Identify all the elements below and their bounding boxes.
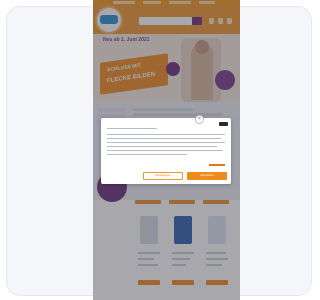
dialog-text-line	[107, 146, 217, 148]
cookie-consent-dialog: × Einstellungen Akzeptieren	[101, 115, 231, 184]
close-icon[interactable]: ×	[195, 115, 204, 124]
dialog-text-line	[107, 142, 225, 144]
dialog-text-line	[107, 150, 223, 152]
website-screenshot: Neu ab 1. Juni 2021 SCHLUSS MIT FLECKE B…	[93, 0, 240, 300]
dialog-text-line	[107, 134, 225, 136]
more-info-link[interactable]	[209, 164, 225, 166]
consent-provider-logo	[219, 122, 228, 126]
settings-button[interactable]: Einstellungen	[143, 172, 183, 180]
dialog-text-line	[107, 138, 221, 140]
dialog-title-line	[107, 128, 157, 130]
accept-button[interactable]: Akzeptieren	[187, 172, 227, 180]
dialog-text-line	[107, 154, 187, 156]
